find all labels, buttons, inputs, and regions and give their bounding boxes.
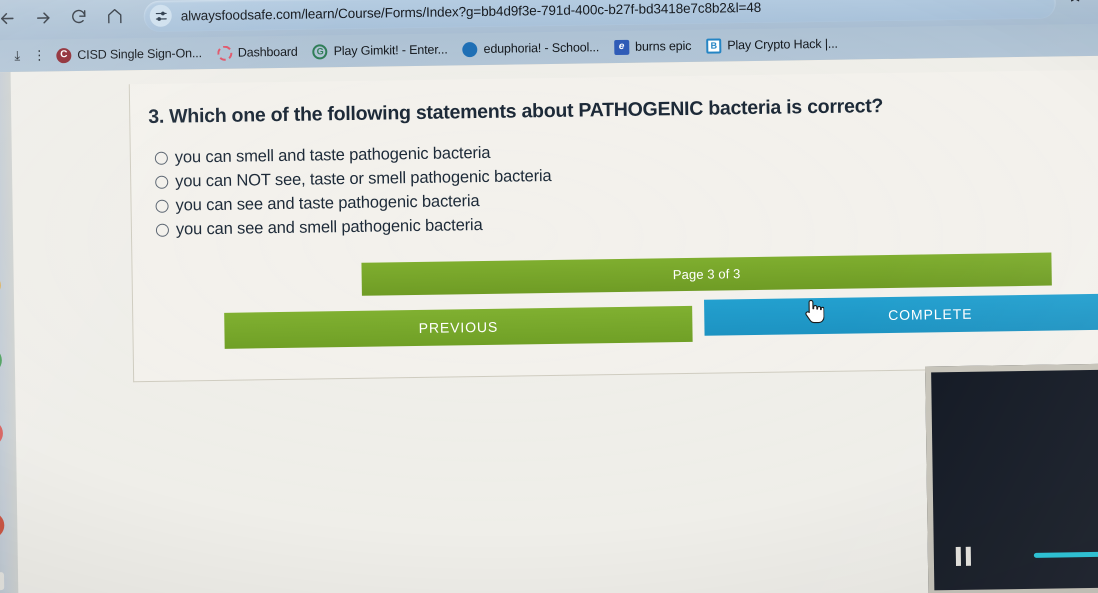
back-icon[interactable] xyxy=(0,1,24,36)
answer-option-label: you can see and smell pathogenic bacteri… xyxy=(175,215,483,239)
pause-icon[interactable] xyxy=(955,546,972,567)
bookmark-label: burns epic xyxy=(635,38,692,54)
radio-button[interactable] xyxy=(155,223,170,237)
download-icon[interactable]: ⤓ xyxy=(6,44,28,68)
radio-button[interactable] xyxy=(155,199,169,213)
bookmark-play-crypto-hack[interactable]: B Play Crypto Hack |... xyxy=(700,34,847,55)
taskbar-icon-crimson[interactable] xyxy=(0,512,5,539)
answer-option-label: you can NOT see, taste or smell pathogen… xyxy=(175,166,552,191)
bookmark-label: Play Crypto Hack |... xyxy=(727,36,838,53)
answer-option-label: you can see and taste pathogenic bacteri… xyxy=(175,192,480,215)
bookmark-label: eduphoria! - School... xyxy=(483,40,600,56)
gimkit-favicon: G xyxy=(312,43,328,59)
bookmark-label: Play Gimkit! - Enter... xyxy=(333,42,448,59)
star-icon[interactable] xyxy=(1061,0,1087,8)
reload-icon[interactable] xyxy=(62,0,97,34)
url-text: alwaysfoodsafe.com/learn/Course/Forms/In… xyxy=(180,0,762,23)
bookmark-cisd-single-sign-on[interactable]: C CISD Single Sign-On... xyxy=(50,44,211,65)
taskbar-icon-orange[interactable] xyxy=(0,272,1,299)
taskbar-icon-doc[interactable] xyxy=(0,572,5,591)
eduphoria-favicon xyxy=(462,41,478,57)
bookmark-eduphoria[interactable]: eduphoria! - School... xyxy=(456,38,608,59)
page-viewport: 3. Which one of the following statements… xyxy=(0,55,1098,593)
taskbar-icon-red[interactable] xyxy=(0,420,4,447)
bookmark-burns-epic[interactable]: e burns epic xyxy=(608,36,700,56)
browser-chrome: alwaysfoodsafe.com/learn/Course/Forms/In… xyxy=(0,0,1098,73)
forward-icon[interactable] xyxy=(26,0,61,35)
radio-button[interactable] xyxy=(154,151,168,165)
dashboard-favicon xyxy=(216,45,232,61)
video-player-panel[interactable] xyxy=(925,363,1098,593)
video-progress-bar[interactable] xyxy=(1033,550,1098,558)
question-title: 3. Which one of the following statements… xyxy=(148,95,884,128)
taskbar-icon-green[interactable] xyxy=(0,347,3,374)
complete-button[interactable]: COMPLETE xyxy=(704,293,1098,336)
computer-screen: alwaysfoodsafe.com/learn/Course/Forms/In… xyxy=(0,0,1098,593)
more-icon[interactable]: ⋮ xyxy=(28,43,50,67)
previous-button[interactable]: PREVIOUS xyxy=(224,305,693,349)
taskbar-strip xyxy=(0,71,19,593)
bookmark-label: CISD Single Sign-On... xyxy=(77,46,202,62)
screen-photo: alwaysfoodsafe.com/learn/Course/Forms/In… xyxy=(0,0,1098,593)
bookmark-dashboard[interactable]: Dashboard xyxy=(211,42,307,62)
cisd-favicon: C xyxy=(56,47,72,63)
answer-option-label: you can smell and taste pathogenic bacte… xyxy=(174,143,491,167)
radio-button[interactable] xyxy=(155,175,169,189)
bookmark-label: Dashboard xyxy=(237,44,298,60)
home-icon[interactable] xyxy=(98,0,133,34)
sliders-icon[interactable] xyxy=(149,4,172,27)
answer-options: you can smell and taste pathogenic bacte… xyxy=(149,135,1098,240)
burns-epic-favicon: e xyxy=(614,39,630,55)
bookmark-play-gimkit[interactable]: G Play Gimkit! - Enter... xyxy=(307,40,457,61)
crypto-hack-favicon: B xyxy=(706,37,722,54)
progress-label: Page 3 of 3 xyxy=(672,266,741,283)
